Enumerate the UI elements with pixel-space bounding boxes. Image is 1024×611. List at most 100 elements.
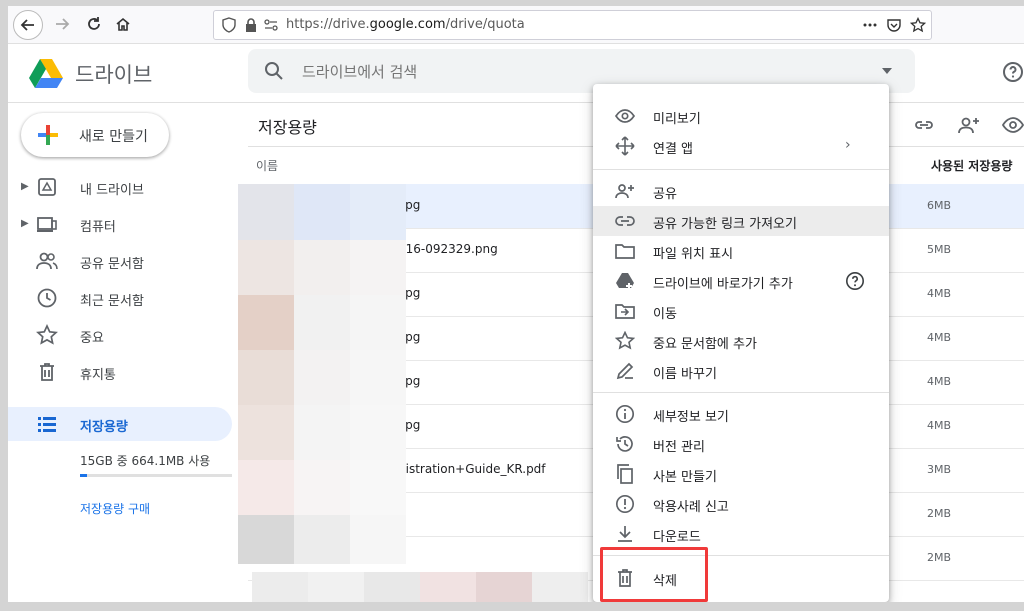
file-size: 4MB	[927, 331, 952, 344]
permissions-icon	[264, 19, 278, 31]
search-input[interactable]	[300, 62, 804, 82]
privacy-mosaic	[238, 184, 406, 564]
menu-item-copy[interactable]: 사본 만들기	[593, 459, 889, 489]
share-person-add-icon[interactable]	[958, 114, 980, 136]
delete-highlight-box	[600, 547, 708, 602]
menu-item-open-with[interactable]: 연결 앱 ›	[593, 131, 889, 161]
file-name: gistration+Guide_KR.pdf	[398, 462, 546, 476]
quota-progress-bar	[80, 474, 232, 477]
menu-item-preview[interactable]: 미리보기	[593, 101, 889, 131]
folder-icon	[615, 244, 635, 259]
my-drive-icon	[38, 178, 56, 196]
help-icon[interactable]	[1002, 61, 1024, 83]
menu-item-move[interactable]: 이동	[593, 296, 889, 326]
history-icon	[616, 436, 633, 452]
sidebar-item-storage[interactable]: 저장용량	[8, 407, 232, 441]
pencil-icon	[616, 362, 634, 380]
plus-icon	[38, 125, 58, 145]
product-name: 드라이브	[75, 63, 153, 87]
menu-separator	[593, 392, 889, 393]
arrow-left-icon	[20, 19, 34, 31]
preview-eye-icon[interactable]	[1002, 114, 1024, 136]
page-title: 저장용량	[258, 118, 317, 137]
trash-icon	[40, 363, 54, 381]
move-to-folder-icon	[615, 304, 635, 319]
browser-toolbar: https://drive.google.com/drive/quota	[8, 6, 1024, 44]
context-menu: 미리보기 연결 앱 › 공유 공유 가능한 링크 가져오기 파일 위치 표시 드…	[593, 84, 889, 602]
menu-separator	[593, 169, 889, 170]
new-button[interactable]: 새로 만들기	[21, 113, 169, 157]
menu-item-rename[interactable]: 이름 바꾸기	[593, 356, 889, 386]
sidebar-item-shared[interactable]: 공유 문서함	[8, 244, 232, 278]
forward-button[interactable]	[48, 10, 76, 38]
menu-item-details[interactable]: 세부정보 보기	[593, 399, 889, 429]
move-arrows-icon	[615, 136, 635, 156]
menu-item-versions[interactable]: 버전 관리	[593, 429, 889, 459]
column-header-size[interactable]: 사용된 저장용량	[931, 157, 1012, 174]
sidebar-item-computers[interactable]: ▶ 컴퓨터	[8, 207, 232, 241]
reload-icon	[88, 17, 100, 30]
privacy-mosaic-bottom	[252, 572, 592, 602]
shared-people-icon	[36, 252, 58, 270]
menu-item-share[interactable]: 공유	[593, 176, 889, 206]
report-icon	[615, 494, 635, 514]
buy-storage-link[interactable]: 저장용량 구매	[80, 500, 150, 517]
menu-item-add-starred[interactable]: 중요 문서함에 추가	[593, 326, 889, 356]
address-bar[interactable]: https://drive.google.com/drive/quota	[213, 10, 932, 40]
search-icon	[265, 62, 283, 80]
more-actions-icon[interactable]	[862, 17, 878, 33]
arrow-right-icon	[56, 18, 70, 30]
help-icon[interactable]	[845, 271, 865, 291]
person-add-icon	[615, 184, 634, 199]
file-size: 3MB	[927, 463, 952, 476]
file-size: 4MB	[927, 419, 952, 432]
menu-item-add-shortcut[interactable]: 드라이브에 바로가기 추가	[593, 266, 889, 296]
menu-item-get-link[interactable]: 공유 가능한 링크 가져오기	[593, 206, 889, 236]
file-size: 2MB	[927, 551, 952, 564]
sidebar-item-starred[interactable]: 중요	[8, 318, 232, 352]
star-icon	[36, 324, 58, 345]
search-options-caret-icon[interactable]	[881, 67, 893, 75]
url-text: https://drive.google.com/drive/quota	[286, 17, 525, 32]
back-button[interactable]	[13, 10, 43, 40]
info-icon	[615, 404, 635, 424]
storage-icon	[38, 417, 56, 432]
star-icon	[615, 331, 635, 350]
browser-window: https://drive.google.com/drive/quota 드라이…	[8, 6, 1024, 602]
file-size: 5MB	[927, 243, 952, 256]
file-size: 4MB	[927, 375, 952, 388]
eye-icon	[615, 109, 635, 123]
quota-usage-text: 15GB 중 664.1MB 사용	[80, 454, 211, 468]
column-header-name[interactable]: 이름	[256, 157, 278, 174]
google-drive-logo[interactable]	[28, 57, 64, 89]
new-button-label: 새로 만들기	[79, 129, 148, 145]
download-icon	[618, 526, 632, 542]
copy-icon	[617, 464, 633, 484]
sidebar-item-recent[interactable]: 최근 문서함	[8, 281, 232, 315]
file-size: 2MB	[927, 507, 952, 520]
clock-icon	[37, 288, 57, 308]
home-icon	[116, 17, 130, 31]
sidebar-item-trash[interactable]: 휴지통	[8, 355, 232, 389]
shield-icon	[222, 17, 236, 33]
file-size: 4MB	[927, 287, 952, 300]
quota-progress-fill	[80, 474, 87, 477]
expand-arrow-icon[interactable]: ▶	[21, 218, 29, 229]
menu-item-report-abuse[interactable]: 악용사례 신고	[593, 489, 889, 519]
pocket-icon[interactable]	[886, 17, 902, 33]
get-link-icon[interactable]	[913, 114, 935, 136]
expand-arrow-icon[interactable]: ▶	[21, 181, 29, 192]
home-button[interactable]	[109, 10, 137, 38]
menu-item-show-location[interactable]: 파일 위치 표시	[593, 236, 889, 266]
file-size: 6MB	[927, 199, 952, 212]
lock-icon	[246, 18, 256, 32]
menu-item-download[interactable]: 다운로드	[593, 519, 889, 549]
computer-icon	[37, 217, 57, 232]
reload-button[interactable]	[80, 10, 108, 38]
drive-shortcut-icon	[616, 273, 634, 289]
bookmark-star-icon[interactable]	[910, 17, 926, 33]
file-name: 516-092329.png	[398, 242, 498, 256]
chevron-right-icon: ›	[845, 137, 851, 153]
sidebar-item-my-drive[interactable]: ▶ 내 드라이브	[8, 170, 232, 204]
link-icon	[615, 216, 635, 226]
